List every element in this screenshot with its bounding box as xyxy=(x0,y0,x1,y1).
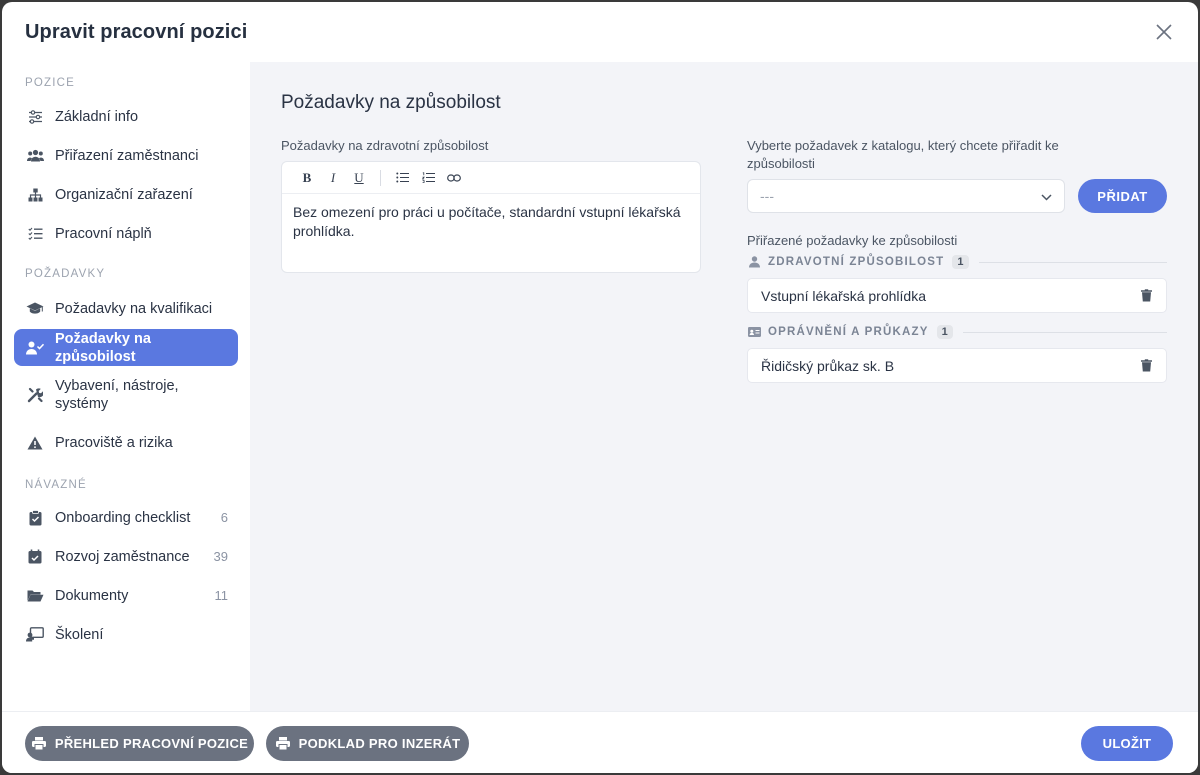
sidebar-item-label: Onboarding checklist xyxy=(55,509,191,526)
users-icon xyxy=(26,147,44,165)
teacher-icon xyxy=(26,626,44,644)
sidebar-nav: POZICE Základní info Přiřazení zaměstnan… xyxy=(2,62,250,711)
section-label-pozadavky: POŽADAVKY xyxy=(25,268,106,280)
bullet-list-icon[interactable] xyxy=(389,167,415,189)
sidebar-item-job-description[interactable]: Pracovní náplň xyxy=(14,215,238,252)
catalog-select[interactable]: --- xyxy=(747,179,1065,213)
requirement-label: Vstupní lékařská prohlídka xyxy=(761,287,926,304)
sidebar-item-label: Pracovní náplň xyxy=(55,225,152,242)
calendar-check-icon xyxy=(26,548,44,566)
job-ad-button[interactable]: PODKLAD PRO INZERÁT xyxy=(266,726,469,761)
health-requirements-editor[interactable]: B I U Bez omezení pro práci u počítače, … xyxy=(281,161,701,273)
sidebar-item-onboarding[interactable]: Onboarding checklist 6 xyxy=(14,499,238,536)
sidebar-item-assigned-employees[interactable]: Přiřazení zaměstnanci xyxy=(14,137,238,174)
sidebar-item-label: Rozvoj zaměstnance xyxy=(55,548,190,565)
page-title: Požadavky na způsobilost xyxy=(281,92,501,113)
sidebar-item-count: 11 xyxy=(214,588,229,603)
sidebar-item-label: Přiřazení zaměstnanci xyxy=(55,147,199,164)
sidebar-item-employee-development[interactable]: Rozvoj zaměstnance 39 xyxy=(14,538,238,575)
group-divider xyxy=(962,331,1167,333)
section-label-navazne: NÁVAZNÉ xyxy=(25,479,87,491)
sidebar-item-label: Požadavky na kvalifikaci xyxy=(55,300,213,317)
sidebar-item-label: Dokumenty xyxy=(55,587,129,604)
requirement-row: Vstupní lékařská prohlídka xyxy=(747,278,1167,313)
save-button[interactable]: ULOŽIT xyxy=(1081,726,1173,761)
folder-open-icon xyxy=(26,587,44,605)
position-overview-label: PŘEHLED PRACOVNÍ POZICE xyxy=(54,736,249,751)
section-label-pozice: POZICE xyxy=(25,77,76,89)
sidebar-item-label: Pracoviště a rizika xyxy=(55,434,173,451)
assigned-requirements-label: Přiřazené požadavky ke způsobilosti xyxy=(747,233,958,248)
sidebar-item-workplace-risks[interactable]: Pracoviště a rizika xyxy=(14,424,238,461)
sidebar-item-label: Požadavky na způsobilost xyxy=(55,330,151,365)
underline-icon[interactable]: U xyxy=(346,167,372,189)
checklist-icon xyxy=(26,225,44,243)
sidebar-item-org-placement[interactable]: Organizační zařazení xyxy=(14,176,238,213)
link-icon[interactable] xyxy=(441,167,467,189)
group-title: ZDRAVOTNÍ ZPŮSOBILOST xyxy=(768,256,945,268)
tools-icon xyxy=(26,386,44,404)
editor-text[interactable]: Bez omezení pro práci u počítače, standa… xyxy=(282,194,700,250)
sitemap-icon xyxy=(26,186,44,204)
modal-header: Upravit pracovní pozici xyxy=(2,2,1198,62)
sidebar-item-count: 39 xyxy=(213,549,228,564)
sidebar-item-basic-info[interactable]: Základní info xyxy=(14,98,238,135)
sliders-icon xyxy=(26,108,44,126)
sidebar-item-fitness-requirements[interactable]: Požadavky na způsobilost xyxy=(14,329,238,366)
user-icon xyxy=(747,255,761,269)
group-header-licenses: OPRÁVNĚNÍ A PRŮKAZY 1 xyxy=(747,323,1167,341)
requirement-row: Řidičský průkaz sk. B xyxy=(747,348,1167,383)
sidebar-item-label: Organizační zařazení xyxy=(55,186,193,203)
select-value: --- xyxy=(760,188,774,204)
group-count-badge: 1 xyxy=(952,255,969,269)
group-divider xyxy=(978,261,1167,263)
edit-position-modal: Upravit pracovní pozici POZICE Základní … xyxy=(2,2,1198,773)
sidebar-item-label: Vybavení, nástroje, systémy xyxy=(55,378,179,412)
chevron-down-icon xyxy=(1041,188,1052,204)
job-ad-label: PODKLAD PRO INZERÁT xyxy=(298,736,461,751)
graduation-cap-icon xyxy=(26,300,44,318)
group-header-health: ZDRAVOTNÍ ZPŮSOBILOST 1 xyxy=(747,253,1167,271)
sidebar-item-label: Školení xyxy=(55,626,104,643)
bold-icon[interactable]: B xyxy=(294,167,320,189)
add-button[interactable]: PŘIDAT xyxy=(1078,179,1167,213)
sidebar-item-label: Základní info xyxy=(55,108,139,125)
sidebar-item-documents[interactable]: Dokumenty 11 xyxy=(14,577,238,614)
trash-icon[interactable] xyxy=(1138,358,1154,374)
content-panel: Požadavky na způsobilost Požadavky na zd… xyxy=(250,62,1198,711)
id-card-icon xyxy=(747,325,761,339)
toolbar-divider xyxy=(380,169,381,186)
group-title: OPRÁVNĚNÍ A PRŮKAZY xyxy=(768,326,929,338)
sidebar-item-training[interactable]: Školení xyxy=(14,616,238,653)
printer-icon xyxy=(31,736,47,752)
requirement-label: Řidičský průkaz sk. B xyxy=(761,357,895,374)
numbered-list-icon[interactable] xyxy=(415,167,441,189)
modal-footer: PŘEHLED PRACOVNÍ POZICE PODKLAD PRO INZE… xyxy=(2,711,1198,773)
italic-icon[interactable]: I xyxy=(320,167,346,189)
printer-icon xyxy=(275,736,291,752)
trash-icon[interactable] xyxy=(1138,288,1154,304)
health-requirements-label: Požadavky na zdravotní způsobilost xyxy=(281,138,489,153)
sidebar-item-count: 6 xyxy=(220,510,228,525)
warning-icon xyxy=(26,434,44,452)
close-icon[interactable] xyxy=(1152,20,1176,44)
user-check-icon xyxy=(26,339,44,357)
catalog-select-label: Vyberte požadavek z katalogu, který chce… xyxy=(747,138,1059,171)
clipboard-check-icon xyxy=(26,509,44,527)
sidebar-item-qualification[interactable]: Požadavky na kvalifikaci xyxy=(14,290,238,327)
editor-toolbar: B I U xyxy=(282,162,700,194)
position-overview-button[interactable]: PŘEHLED PRACOVNÍ POZICE xyxy=(25,726,254,761)
modal-title: Upravit pracovní pozici xyxy=(25,20,248,43)
sidebar-item-equipment[interactable]: Vybavení, nástroje, systémy xyxy=(14,368,238,422)
group-count-badge: 1 xyxy=(936,325,953,339)
